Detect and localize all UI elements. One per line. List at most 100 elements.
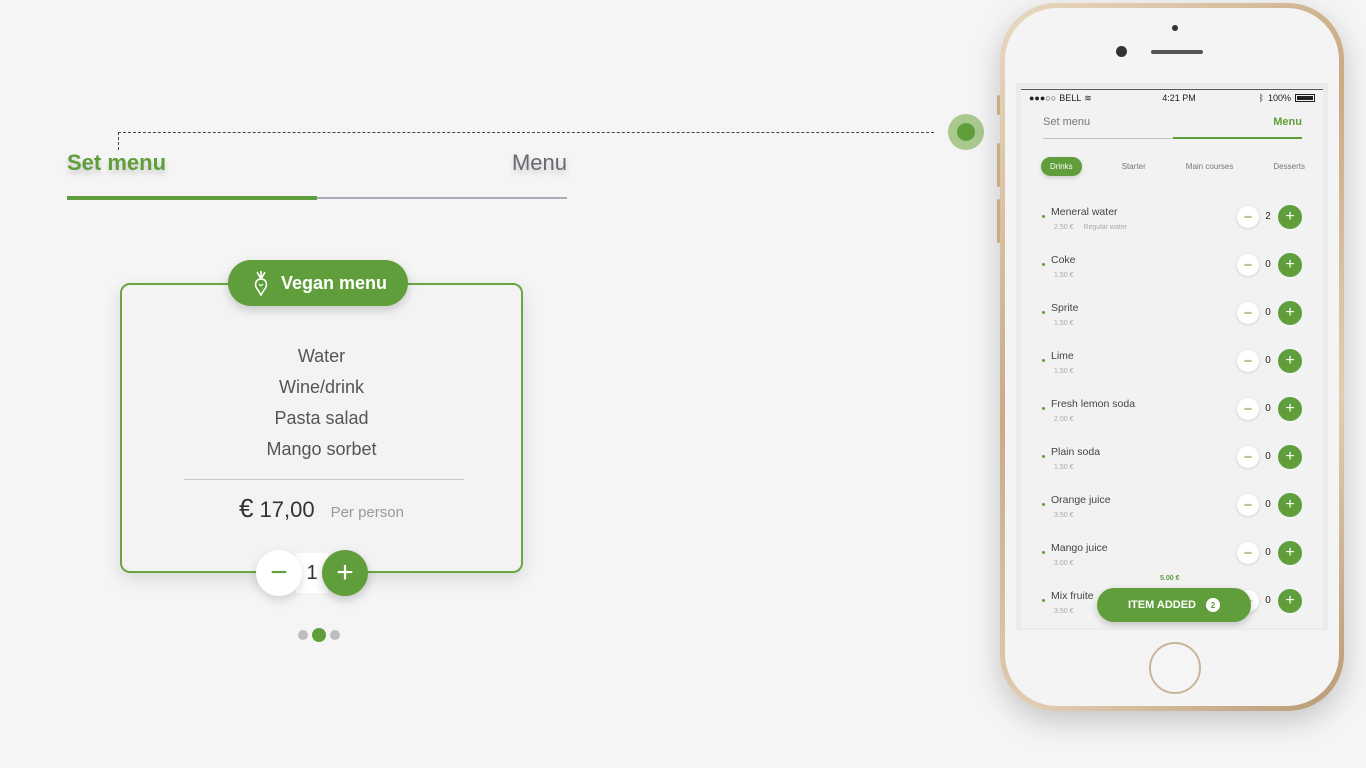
status-bar: ●●●○○ BELL ≋ 4:21 PM ᛒ 100%: [1021, 88, 1323, 108]
vegan-menu-badge: Vegan menu: [228, 260, 408, 306]
increment-button[interactable]: +: [1278, 253, 1302, 277]
item-meta: 1.50 €: [1054, 320, 1073, 327]
decrement-button[interactable]: −: [1237, 302, 1259, 324]
quantity-stepper: − 1 +: [256, 550, 368, 596]
item-quantity: 0: [1265, 451, 1271, 462]
tab-menu[interactable]: Menu: [512, 150, 567, 176]
home-button[interactable]: [1149, 642, 1201, 694]
item-meta: 3.50 €: [1054, 608, 1073, 615]
decrement-button[interactable]: −: [1237, 542, 1259, 564]
item-price: 3.50 €: [1054, 512, 1074, 519]
carrier: BELL: [1059, 93, 1082, 103]
price: €17,00: [239, 493, 315, 524]
menu-item: Water: [297, 346, 346, 366]
status-time: 4:21 PM: [1162, 93, 1196, 103]
volume-up-button: [997, 143, 1000, 187]
increment-button[interactable]: +: [1278, 493, 1302, 517]
list-item: Lime 1.50 € − 0 +: [1021, 349, 1323, 397]
speaker-grille: [1151, 50, 1203, 54]
increment-button[interactable]: +: [1278, 589, 1302, 613]
decrement-button[interactable]: −: [1237, 446, 1259, 468]
item-quantity: 0: [1265, 259, 1271, 270]
item-price: 1.50 €: [1054, 320, 1074, 327]
item-price: 1.50 €: [1054, 464, 1074, 471]
bullet: [1042, 263, 1045, 266]
category-desserts[interactable]: Desserts: [1273, 162, 1305, 171]
connector-line-vertical: [118, 132, 119, 150]
item-name: Mix fruite: [1051, 590, 1094, 602]
menu-item: Wine/drink: [278, 377, 365, 397]
pager-dot-active[interactable]: [312, 628, 326, 642]
increment-button[interactable]: +: [1278, 445, 1302, 469]
order-total: 5.00 €: [1160, 575, 1180, 582]
connector-line: [118, 132, 934, 133]
category-starter[interactable]: Starter: [1122, 162, 1146, 171]
decrement-button[interactable]: −: [1237, 206, 1259, 228]
phone-tab-set-menu[interactable]: Set menu: [1043, 116, 1090, 128]
main-tabs: Set menu Menu: [67, 150, 567, 202]
decrement-button[interactable]: −: [256, 550, 302, 596]
list-item: Plain soda 1.50 € − 0 +: [1021, 445, 1323, 493]
phone-tab-menu[interactable]: Menu: [1273, 116, 1302, 128]
pager-dot[interactable]: [298, 630, 308, 640]
list-item: Orange juice 3.50 € − 0 +: [1021, 493, 1323, 541]
increment-button[interactable]: +: [1278, 397, 1302, 421]
item-meta: 2.00 €: [1054, 416, 1073, 423]
battery-icon: [1295, 94, 1315, 102]
item-meta: 3.00 €: [1054, 560, 1073, 567]
list-item: Sprite 1.50 € − 0 +: [1021, 301, 1323, 349]
decrement-button[interactable]: −: [1237, 350, 1259, 372]
increment-button[interactable]: +: [1278, 541, 1302, 565]
item-price: 3.50 €: [1054, 608, 1074, 615]
decrement-button[interactable]: −: [1237, 254, 1259, 276]
item-meta: 1.50 €: [1054, 272, 1073, 279]
increment-button[interactable]: +: [322, 550, 368, 596]
decrement-button[interactable]: −: [1237, 494, 1259, 516]
item-quantity: 2: [1265, 211, 1271, 222]
pager-dots: [298, 628, 340, 642]
increment-button[interactable]: +: [1278, 349, 1302, 373]
increment-button[interactable]: +: [1278, 205, 1302, 229]
set-menu-card[interactable]: Water Wine/drink Pasta salad Mango sorbe…: [120, 283, 523, 573]
item-quantity: 0: [1265, 307, 1271, 318]
category-main-courses[interactable]: Main courses: [1186, 162, 1234, 171]
bullet: [1042, 215, 1045, 218]
pager-dot[interactable]: [330, 630, 340, 640]
status-right: ᛒ 100%: [1219, 93, 1315, 103]
bluetooth-icon: ᛒ: [1258, 93, 1264, 103]
item-name: Mango juice: [1051, 542, 1108, 554]
tab-set-menu[interactable]: Set menu: [67, 150, 166, 176]
volume-down-button: [997, 199, 1000, 243]
wifi-icon: ≋: [1084, 92, 1092, 103]
connector-dot-icon: [948, 114, 984, 150]
item-quantity: 0: [1265, 499, 1271, 510]
radish-icon: [254, 271, 268, 296]
bullet: [1042, 311, 1045, 314]
item-quantity: 0: [1265, 595, 1271, 606]
item-quantity: 0: [1265, 547, 1271, 558]
item-name: Meneral water: [1051, 206, 1118, 218]
category-drinks[interactable]: Drinks: [1041, 156, 1082, 176]
phone-tabs: Set menu Menu: [1043, 116, 1302, 140]
item-price: 1.50 €: [1054, 368, 1074, 375]
menu-item: Mango sorbet: [266, 439, 377, 459]
category-bar: Drinks Starter Main courses Desserts: [1041, 156, 1305, 176]
price-note: Per person: [330, 504, 404, 521]
item-added-label: ITEM ADDED: [1127, 599, 1197, 611]
menu-item: Pasta salad: [274, 408, 369, 428]
bullet: [1042, 503, 1045, 506]
item-price: 1.50 €: [1054, 272, 1074, 279]
bullet: [1042, 359, 1045, 362]
item-added-button[interactable]: ITEM ADDED 2: [1097, 588, 1251, 622]
item-desc: Regular water: [1083, 224, 1128, 231]
item-price: 2.00 €: [1054, 416, 1074, 423]
item-price: 3.00 €: [1054, 560, 1074, 567]
item-name: Fresh lemon soda: [1051, 398, 1136, 410]
item-name: Plain soda: [1051, 446, 1101, 458]
app-view: ●●●○○ BELL ≋ 4:21 PM ᛒ 100% Set menu Men…: [1021, 88, 1323, 628]
sensor-icon: [1172, 25, 1178, 31]
battery-percent: 100%: [1267, 93, 1291, 103]
decrement-button[interactable]: −: [1237, 398, 1259, 420]
item-quantity: 0: [1265, 355, 1271, 366]
increment-button[interactable]: +: [1278, 301, 1302, 325]
